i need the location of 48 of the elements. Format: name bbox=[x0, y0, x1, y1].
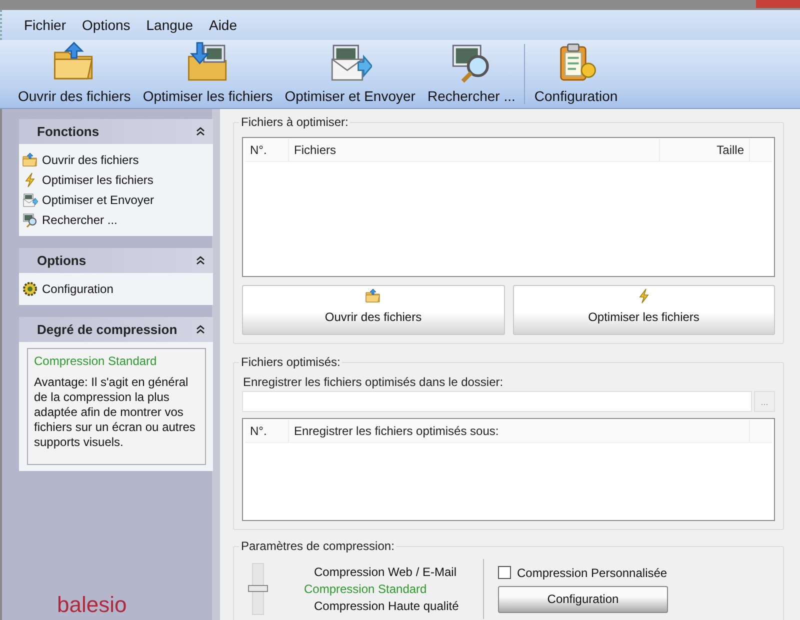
folder-arrow-icon bbox=[22, 152, 38, 168]
gear-icon bbox=[22, 281, 38, 297]
photo-magnifier-icon bbox=[22, 212, 38, 228]
column-header[interactable]: N°. bbox=[245, 420, 289, 442]
column-header[interactable]: N°. bbox=[245, 139, 289, 161]
toolbar-button[interactable]: Optimiser les fichiers bbox=[136, 40, 279, 108]
sidebar-link[interactable]: Rechercher ... bbox=[22, 210, 211, 230]
menu-item[interactable]: Aide bbox=[200, 17, 246, 33]
column-header[interactable]: Fichiers bbox=[289, 139, 660, 161]
sidebar-link[interactable]: Optimiser les fichiers bbox=[22, 170, 211, 190]
collapse-icon bbox=[196, 256, 205, 265]
file-list[interactable]: N°. Enregistrer les fichiers optimisés sous: bbox=[242, 418, 775, 521]
folder-arrow-icon bbox=[365, 288, 382, 304]
compression-option[interactable]: Compression Web / E-Mail bbox=[278, 565, 483, 579]
action-button[interactable]: Ouvrir des fichiers bbox=[242, 285, 504, 335]
compression-level-title: Compression Standard bbox=[34, 354, 158, 368]
action-button[interactable]: Optimiser les fichiers bbox=[512, 285, 775, 335]
column-header[interactable]: Enregistrer les fichiers optimisés sous: bbox=[289, 420, 750, 442]
group-label: Fichiers à optimiser: bbox=[239, 115, 350, 129]
group-label: Paramètres de compression: bbox=[239, 539, 396, 553]
menu-item[interactable]: Options bbox=[74, 17, 138, 33]
compression-option[interactable]: Compression Haute qualité bbox=[278, 599, 483, 613]
collapse-icon bbox=[196, 325, 205, 334]
folder-label: Enregistrer les fichiers optimisés dans le dossier: bbox=[243, 375, 504, 389]
collapse-icon bbox=[196, 127, 205, 136]
compression-description: Avantage: Il s'agit en général de la compression la plus adaptée afin de montrer vos fichiers sur un écran ou autres supports visuels. bbox=[34, 375, 196, 450]
toolbar-button[interactable]: Optimiser et Envoyer bbox=[278, 40, 422, 108]
menu-item[interactable]: Langue bbox=[138, 17, 201, 33]
compression-slider[interactable] bbox=[248, 563, 268, 615]
panel-header[interactable]: Fonctions bbox=[19, 119, 213, 144]
panel-header[interactable]: Degré de compression bbox=[19, 317, 213, 342]
toolbar-button[interactable]: Ouvrir des fichiers bbox=[12, 40, 137, 108]
column-header[interactable]: Taille bbox=[660, 139, 750, 161]
slider-thumb[interactable] bbox=[248, 585, 268, 592]
checkbox[interactable] bbox=[498, 566, 511, 579]
logo: balesio bbox=[57, 592, 127, 618]
toolbar-button[interactable]: Configuration bbox=[528, 40, 624, 108]
toolbar-button[interactable]: Rechercher ... bbox=[421, 40, 522, 108]
menu-item[interactable]: Fichier bbox=[16, 17, 74, 33]
sidebar-link[interactable]: Ouvrir des fichiers bbox=[22, 150, 211, 170]
group-label: Fichiers optimisés: bbox=[239, 355, 342, 369]
sidebar-link[interactable]: Optimiser et Envoyer bbox=[22, 190, 211, 210]
envelope-photo-icon bbox=[22, 192, 38, 208]
configuration-button[interactable]: Configuration bbox=[498, 586, 668, 612]
file-list[interactable]: N°. Fichiers Taille bbox=[242, 137, 775, 277]
panel-header[interactable]: Options bbox=[19, 248, 213, 273]
folder-field[interactable] bbox=[242, 391, 752, 412]
checkbox-label[interactable]: Compression Personnalisée bbox=[517, 566, 668, 580]
